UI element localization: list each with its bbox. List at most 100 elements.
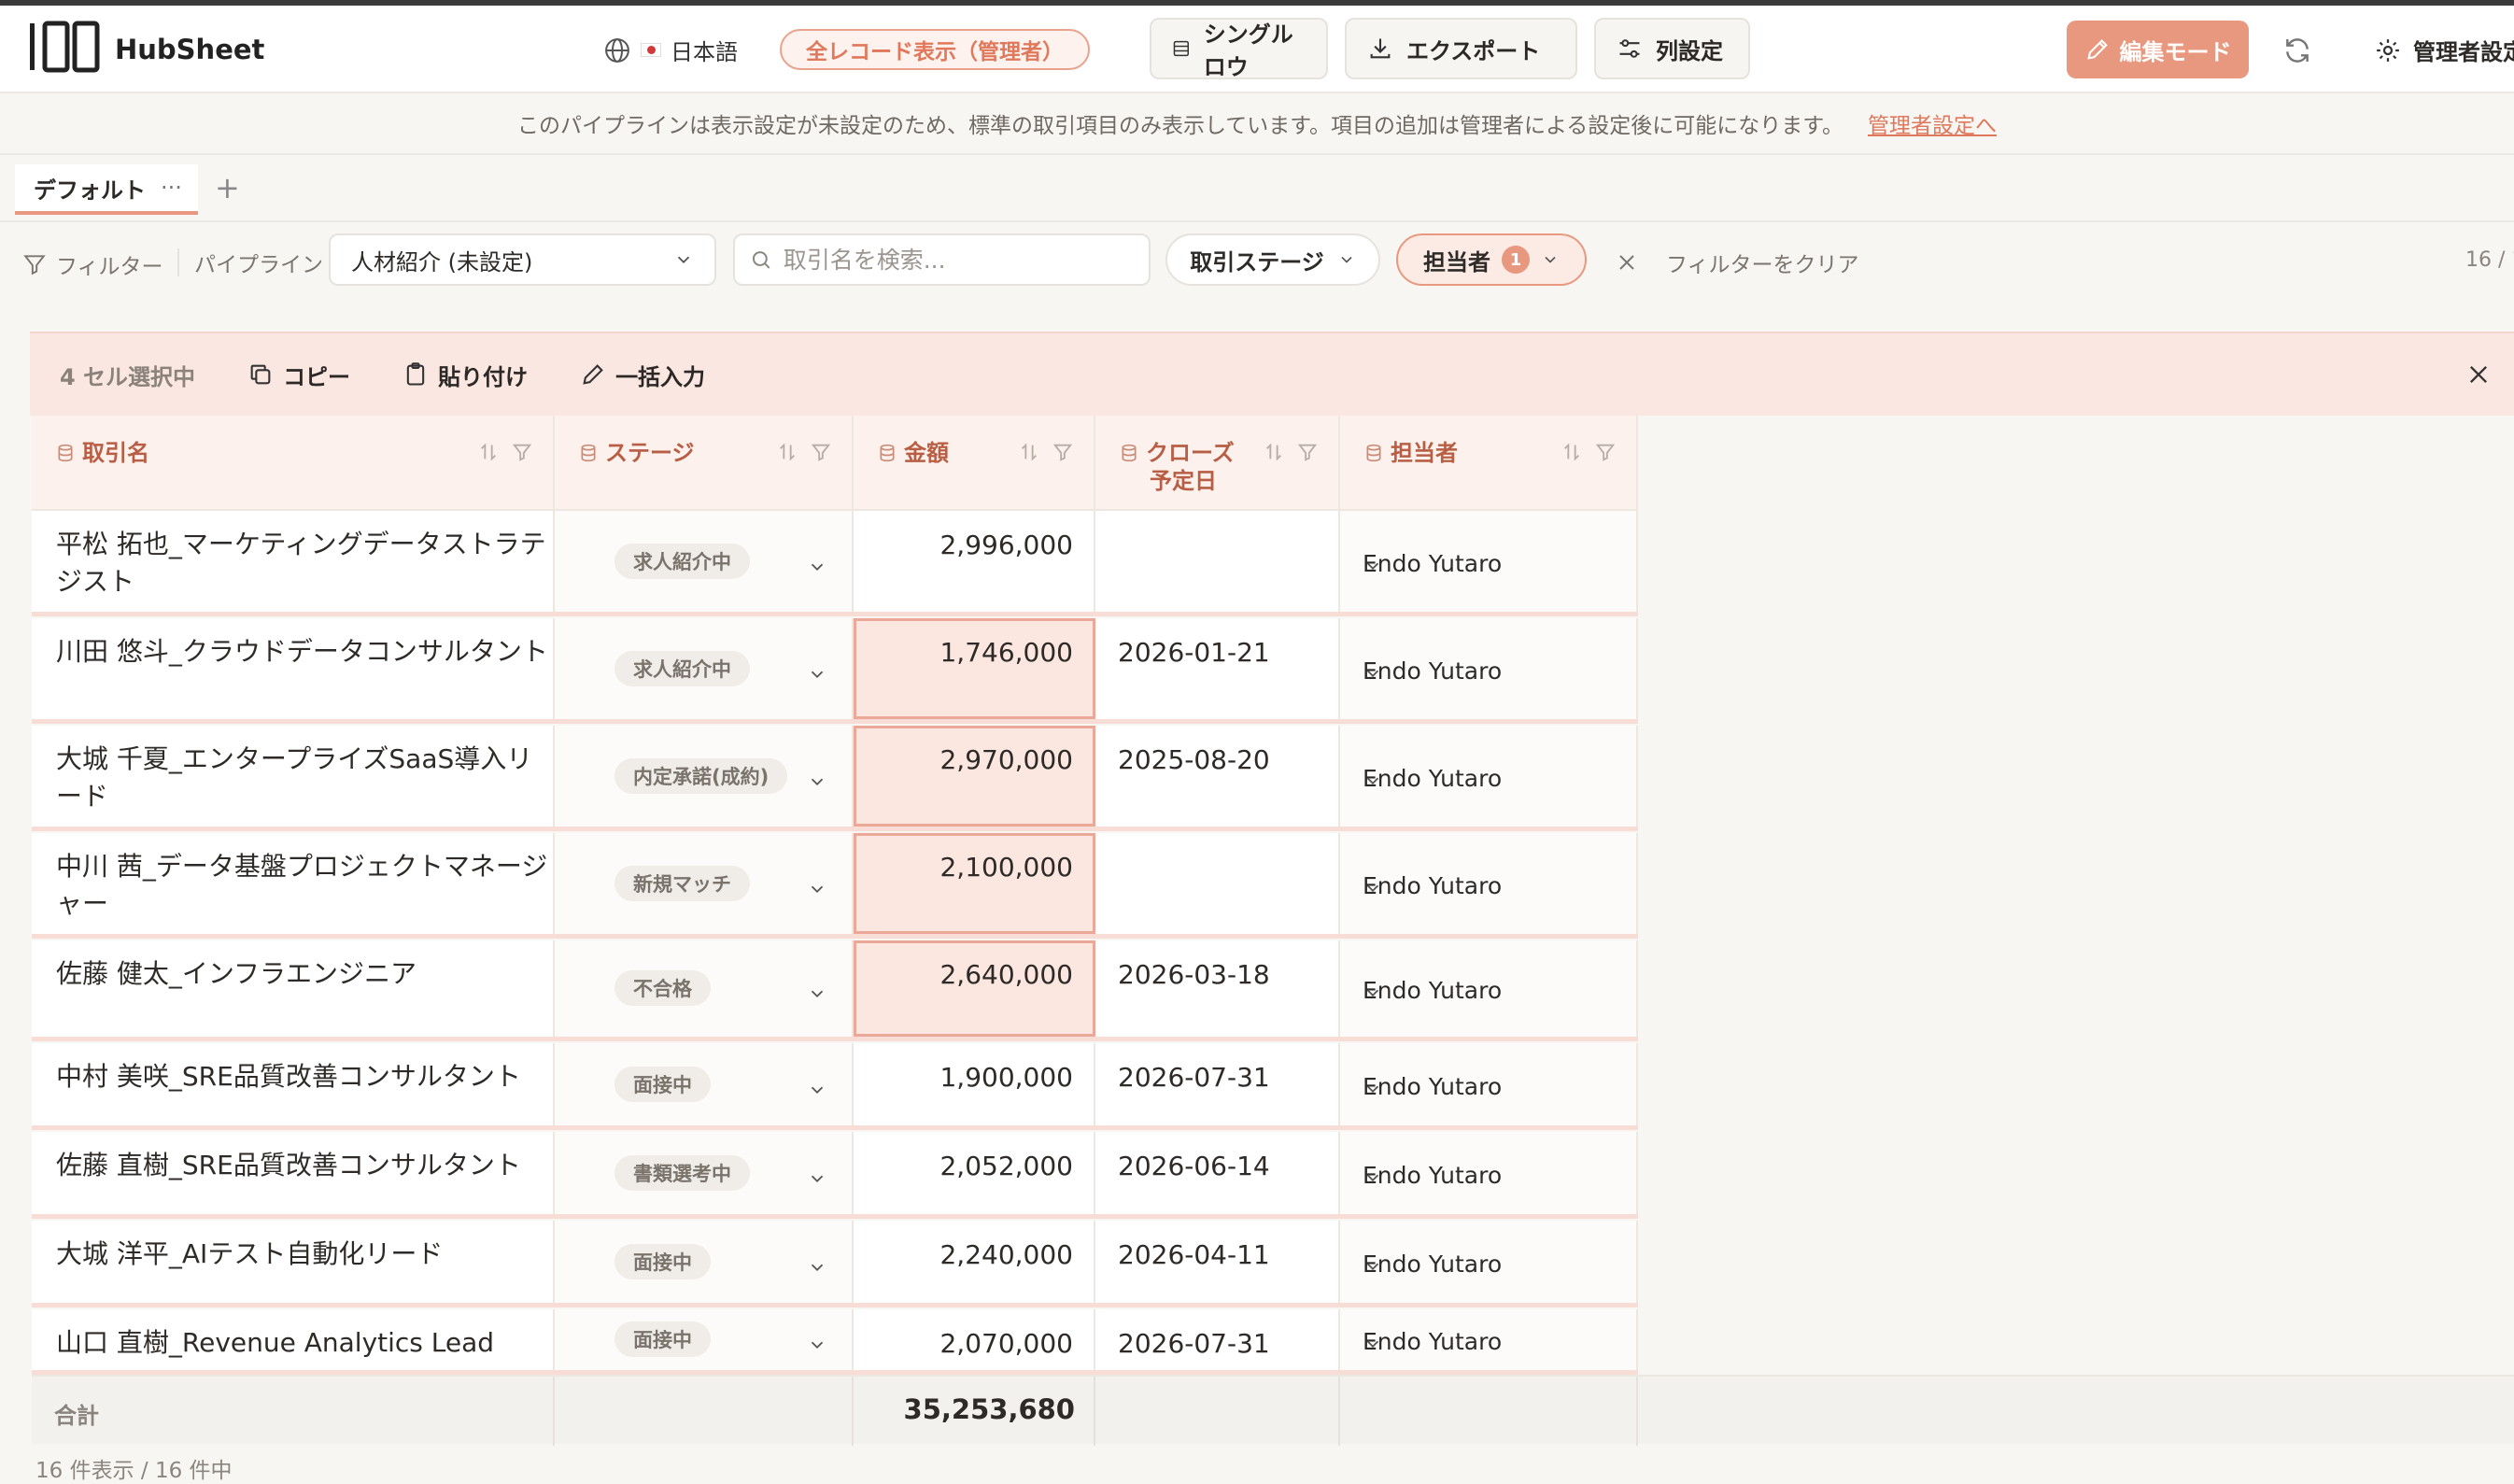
sort-icon[interactable] (777, 442, 798, 462)
stage-dropdown[interactable] (807, 1168, 827, 1193)
filter-icon[interactable] (1297, 442, 1318, 462)
stage-dropdown[interactable] (807, 1257, 827, 1281)
close-date-cell[interactable]: 2026-07-31 (1095, 1043, 1340, 1125)
stage-cell[interactable]: 面接中 (555, 1309, 854, 1370)
pipeline-select[interactable]: 人材紹介 (未設定) (329, 233, 716, 286)
owner-dropdown[interactable] (1363, 982, 1612, 1009)
owner-filter[interactable]: 担当者 1 (1396, 233, 1587, 286)
stage-dropdown[interactable] (807, 1335, 827, 1359)
owner-cell[interactable]: Endo Yutaro (1340, 511, 1638, 612)
stage-cell[interactable]: 書類選考中 (555, 1132, 854, 1214)
filter-button[interactable]: フィルター (22, 248, 163, 280)
table-row[interactable]: 川田 悠斗_クラウドデータコンサルタント 求人紹介中 1,746,000 2026-0… (32, 618, 1638, 724)
close-date-cell[interactable]: 2026-01-21 (1095, 618, 1340, 719)
amount-cell[interactable]: 2,100,000 (854, 833, 1095, 934)
stage-dropdown[interactable] (807, 983, 827, 1008)
close-date-cell[interactable]: 2025-08-20 (1095, 726, 1340, 827)
stage-cell[interactable]: 面接中 (555, 1043, 854, 1125)
admin-settings-link[interactable]: 管理者設定へ (1868, 107, 1997, 139)
sort-icon[interactable] (1561, 442, 1582, 462)
owner-dropdown[interactable] (1363, 1078, 1612, 1105)
stage-dropdown[interactable] (807, 664, 827, 688)
amount-cell[interactable]: 2,240,000 (854, 1221, 1095, 1303)
edit-mode-button[interactable]: 編集モード (2067, 21, 2249, 78)
deal-name-cell[interactable]: 佐藤 直樹_SRE品質改善コンサルタント (32, 1132, 555, 1214)
stage-dropdown[interactable] (807, 879, 827, 903)
table-row[interactable]: 山口 直樹_Revenue Analytics Lead 面接中 2,070,000… (32, 1309, 1638, 1375)
deal-name-cell[interactable]: 山口 直樹_Revenue Analytics Lead (32, 1309, 555, 1370)
single-row-button[interactable]: シングルロウ (1150, 18, 1328, 80)
owner-cell[interactable]: Endo Yutaro (1340, 940, 1638, 1037)
sort-icon[interactable] (1019, 442, 1039, 462)
owner-cell[interactable]: Endo Yutaro (1340, 1221, 1638, 1303)
table-row[interactable]: 平松 拓也_マーケティングデータストラテジスト 求人紹介中 2,996,000 End… (32, 511, 1638, 616)
stage-cell[interactable]: 不合格 (555, 940, 854, 1037)
tab-more-icon[interactable]: ··· (161, 175, 182, 201)
owner-cell[interactable]: Endo Yutaro (1340, 726, 1638, 827)
filter-icon[interactable] (811, 442, 831, 462)
sort-icon[interactable] (1264, 442, 1284, 462)
close-date-cell[interactable]: 2026-03-18 (1095, 940, 1340, 1037)
bulk-input-button[interactable]: 一括入力 (580, 359, 705, 391)
stage-filter[interactable]: 取引ステージ (1165, 233, 1380, 286)
stage-dropdown[interactable] (807, 771, 827, 796)
amount-cell[interactable]: 2,640,000 (854, 940, 1095, 1037)
close-date-cell[interactable]: 2026-06-14 (1095, 1132, 1340, 1214)
deal-name-cell[interactable]: 中川 茜_データ基盤プロジェクトマネージャー (32, 833, 555, 934)
deal-search[interactable] (733, 233, 1151, 286)
column-header-close-date[interactable]: クローズ 予定日 (1095, 416, 1340, 511)
stage-dropdown[interactable] (807, 557, 827, 581)
column-header-name[interactable]: 取引名 (32, 416, 555, 511)
column-settings-button[interactable]: 列設定 (1594, 18, 1750, 79)
owner-dropdown[interactable] (1363, 555, 1612, 582)
table-row[interactable]: 佐藤 健太_インフラエンジニア 不合格 2,640,000 2026-03-18 End… (32, 940, 1638, 1041)
table-row[interactable]: 中村 美咲_SRE品質改善コンサルタント 面接中 1,900,000 2026-07-… (32, 1043, 1638, 1130)
column-header-owner[interactable]: 担当者 (1340, 416, 1638, 511)
close-date-cell[interactable]: 2026-07-31 (1095, 1309, 1340, 1370)
table-row[interactable]: 大城 洋平_AIテスト自動化リード 面接中 2,240,000 2026-04-11 E… (32, 1221, 1638, 1307)
table-row[interactable]: 佐藤 直樹_SRE品質改善コンサルタント 書類選考中 2,052,000 2026-0… (32, 1132, 1638, 1219)
sort-icon[interactable] (478, 442, 499, 462)
amount-cell[interactable]: 2,970,000 (854, 726, 1095, 827)
close-date-cell[interactable] (1095, 833, 1340, 934)
column-header-amount[interactable]: 金額 (854, 416, 1095, 511)
clear-filters-button[interactable]: フィルターをクリア (1616, 247, 1859, 278)
deal-name-cell[interactable]: 中村 美咲_SRE品質改善コンサルタント (32, 1043, 555, 1125)
amount-cell[interactable]: 1,900,000 (854, 1043, 1095, 1125)
stage-cell[interactable]: 内定承諾(成約) (555, 726, 854, 827)
admin-settings-button[interactable]: 管理者設定 (2374, 34, 2514, 66)
owner-cell[interactable]: Endo Yutaro (1340, 618, 1638, 719)
stage-cell[interactable]: 求人紹介中 (555, 511, 854, 612)
owner-dropdown[interactable] (1363, 1166, 1612, 1194)
amount-cell[interactable]: 2,052,000 (854, 1132, 1095, 1214)
export-button[interactable]: エクスポート (1345, 18, 1577, 79)
deal-name-cell[interactable]: 川田 悠斗_クラウドデータコンサルタント (32, 618, 555, 719)
close-date-cell[interactable]: 2026-04-11 (1095, 1221, 1340, 1303)
close-selection-icon[interactable] (2465, 361, 2492, 388)
column-header-stage[interactable]: ステージ (555, 416, 854, 511)
stage-cell[interactable]: 新規マッチ (555, 833, 854, 934)
stage-dropdown[interactable] (807, 1080, 827, 1104)
filter-icon[interactable] (1052, 442, 1073, 462)
owner-dropdown[interactable] (1363, 1255, 1612, 1282)
table-row[interactable]: 中川 茜_データ基盤プロジェクトマネージャー 新規マッチ 2,100,000 Endo… (32, 833, 1638, 939)
tab-default[interactable]: デフォルト ··· (15, 164, 198, 215)
copy-button[interactable]: コピー (247, 359, 350, 391)
owner-cell[interactable]: Endo Yutaro (1340, 833, 1638, 934)
deal-name-cell[interactable]: 佐藤 健太_インフラエンジニア (32, 940, 555, 1037)
owner-cell[interactable]: Endo Yutaro (1340, 1309, 1638, 1370)
owner-cell[interactable]: Endo Yutaro (1340, 1132, 1638, 1214)
filter-icon[interactable] (512, 442, 532, 462)
refresh-icon[interactable] (2282, 35, 2312, 65)
table-row[interactable]: 大城 千夏_エンタープライズSaaS導入リード 内定承諾(成約) 2,970,000… (32, 726, 1638, 831)
language-selector[interactable]: 日本語 (603, 34, 738, 66)
search-input[interactable] (783, 246, 1134, 274)
owner-dropdown[interactable] (1363, 662, 1612, 689)
stage-cell[interactable]: 面接中 (555, 1221, 854, 1303)
owner-cell[interactable]: Endo Yutaro (1340, 1043, 1638, 1125)
deal-name-cell[interactable]: 平松 拓也_マーケティングデータストラテジスト (32, 511, 555, 612)
amount-cell[interactable]: 1,746,000 (854, 618, 1095, 719)
deal-name-cell[interactable]: 大城 洋平_AIテスト自動化リード (32, 1221, 555, 1303)
paste-button[interactable]: 貼り付け (403, 359, 528, 391)
owner-dropdown[interactable] (1363, 770, 1612, 797)
